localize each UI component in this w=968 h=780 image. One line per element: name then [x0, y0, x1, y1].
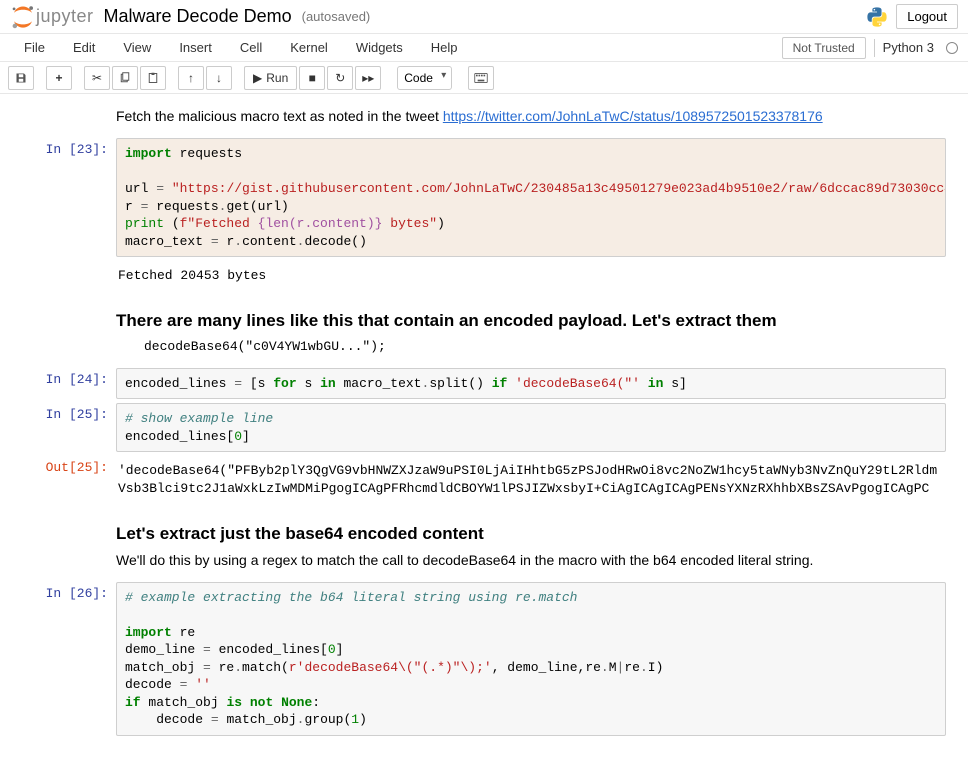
code-cell[interactable]: In [26]: # example extracting the b64 li… [22, 582, 946, 736]
code-cell[interactable]: In [23]: import requests url = "https://… [22, 138, 946, 257]
arrow-up-icon: ↑ [188, 71, 194, 85]
jupyter-wordmark: jupyter [36, 6, 94, 27]
menu-help[interactable]: Help [417, 36, 472, 59]
toolbar: + ✂ ↑ ↓ ▶Run ■ ↻ ▸▸ Code [0, 62, 968, 94]
logout-button[interactable]: Logout [896, 4, 958, 29]
code-input[interactable]: import requests url = "https://gist.gith… [116, 138, 946, 257]
celltype-select[interactable]: Code [397, 66, 452, 90]
stream-output: Fetched 20453 bytes [116, 261, 946, 289]
command-palette-button[interactable] [468, 66, 494, 90]
markdown-text: Fetch the malicious macro text as noted … [116, 108, 946, 124]
fast-forward-icon: ▸▸ [362, 71, 374, 85]
output-prompt: Out[25]: [22, 456, 116, 501]
notebook-header: jupyter Malware Decode Demo (autosaved) … [0, 0, 968, 34]
markdown-code: decodeBase64("c0V4YW1wbGU..."); [144, 339, 946, 354]
restart-run-all-button[interactable]: ▸▸ [355, 66, 381, 90]
save-button[interactable] [8, 66, 34, 90]
input-prompt: In [26]: [22, 582, 116, 736]
move-down-button[interactable]: ↓ [206, 66, 232, 90]
code-input[interactable]: # show example line encoded_lines[0] [116, 403, 946, 452]
menu-cell[interactable]: Cell [226, 36, 276, 59]
stop-button[interactable]: ■ [299, 66, 325, 90]
keyboard-icon [474, 73, 488, 83]
output-cell: Fetched 20453 bytes [22, 261, 946, 289]
markdown-cell[interactable]: Fetch the malicious macro text as noted … [22, 104, 946, 134]
menubar: File Edit View Insert Cell Kernel Widget… [0, 34, 968, 62]
kernel-status-icon [946, 42, 958, 54]
save-icon [15, 72, 27, 84]
notebook-container: Fetch the malicious macro text as noted … [14, 94, 954, 780]
add-cell-button[interactable]: + [46, 66, 72, 90]
autosave-status: (autosaved) [302, 9, 371, 24]
stop-icon: ■ [309, 71, 316, 85]
code-input[interactable]: # example extracting the b64 literal str… [116, 582, 946, 736]
menu-edit[interactable]: Edit [59, 36, 109, 59]
paste-button[interactable] [140, 66, 166, 90]
markdown-heading: Let's extract just the base64 encoded co… [116, 524, 946, 544]
code-cell[interactable]: In [25]: # show example line encoded_lin… [22, 403, 946, 452]
jupyter-icon [10, 4, 36, 30]
markdown-cell[interactable]: Let's extract just the base64 encoded co… [22, 506, 946, 578]
input-prompt: In [25]: [22, 403, 116, 452]
trust-indicator[interactable]: Not Trusted [782, 37, 866, 59]
copy-button[interactable] [112, 66, 138, 90]
plus-icon: + [55, 71, 62, 85]
copy-icon [119, 72, 131, 84]
run-icon: ▶ [253, 71, 262, 85]
input-prompt: In [24]: [22, 368, 116, 400]
markdown-cell[interactable]: There are many lines like this that cont… [22, 293, 946, 364]
input-prompt: In [23]: [22, 138, 116, 257]
markdown-text: We'll do this by using a regex to match … [116, 552, 946, 568]
move-up-button[interactable]: ↑ [178, 66, 204, 90]
tweet-link[interactable]: https://twitter.com/JohnLaTwC/status/108… [443, 108, 823, 124]
notebook-title[interactable]: Malware Decode Demo [104, 6, 292, 27]
menu-file[interactable]: File [10, 36, 59, 59]
markdown-heading: There are many lines like this that cont… [116, 311, 946, 331]
code-cell[interactable]: In [24]: encoded_lines = [s for s in mac… [22, 368, 946, 400]
menu-kernel[interactable]: Kernel [276, 36, 342, 59]
restart-icon: ↻ [335, 71, 345, 85]
paste-icon [147, 72, 159, 84]
menu-view[interactable]: View [109, 36, 165, 59]
restart-button[interactable]: ↻ [327, 66, 353, 90]
output-cell: Out[25]: 'decodeBase64("PFByb2plY3QgVG9v… [22, 456, 946, 501]
code-input[interactable]: encoded_lines = [s for s in macro_text.s… [116, 368, 946, 400]
kernel-name[interactable]: Python 3 [883, 40, 934, 55]
cut-button[interactable]: ✂ [84, 66, 110, 90]
execute-result: 'decodeBase64("PFByb2plY3QgVG9vbHNWZXJza… [116, 456, 946, 501]
python-icon [866, 6, 888, 28]
jupyter-logo[interactable]: jupyter [10, 4, 94, 30]
arrow-down-icon: ↓ [216, 71, 222, 85]
scissors-icon: ✂ [92, 71, 102, 85]
run-button[interactable]: ▶Run [244, 66, 297, 90]
menu-insert[interactable]: Insert [165, 36, 226, 59]
menu-widgets[interactable]: Widgets [342, 36, 417, 59]
